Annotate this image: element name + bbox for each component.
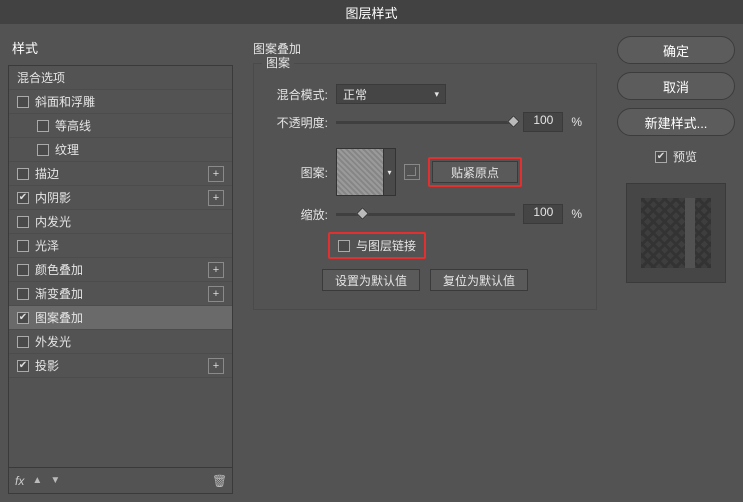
style-checkbox[interactable]	[17, 264, 29, 276]
set-default-button[interactable]: 设置为默认值	[322, 269, 420, 291]
add-effect-button[interactable]: +	[208, 262, 224, 278]
chevron-down-icon: ▾	[434, 89, 439, 100]
style-item-label: 内发光	[35, 213, 71, 230]
style-item-9[interactable]: 图案叠加	[9, 306, 232, 330]
style-item-7[interactable]: 颜色叠加 +	[9, 258, 232, 282]
blending-options-item[interactable]: 混合选项	[9, 66, 232, 90]
new-style-button[interactable]: 新建样式...	[617, 108, 735, 136]
style-checkbox[interactable]	[17, 168, 29, 180]
blend-mode-dropdown[interactable]: 正常 ▾	[336, 84, 446, 104]
slider-thumb-icon[interactable]	[507, 115, 520, 128]
style-checkbox[interactable]	[17, 288, 29, 300]
style-item-label: 投影	[35, 357, 59, 374]
style-item-2[interactable]: 纹理	[9, 138, 232, 162]
style-item-label: 渐变叠加	[35, 285, 83, 302]
style-item-6[interactable]: 光泽	[9, 234, 232, 258]
snap-origin-button[interactable]: 贴紧原点	[432, 161, 518, 183]
style-item-label: 颜色叠加	[35, 261, 83, 278]
style-item-label: 斜面和浮雕	[35, 93, 95, 110]
style-checkbox[interactable]	[17, 312, 29, 324]
style-item-5[interactable]: 内发光	[9, 210, 232, 234]
trash-icon[interactable]: 🗑	[212, 474, 226, 488]
style-checkbox[interactable]	[17, 96, 29, 108]
add-effect-button[interactable]: +	[208, 166, 224, 182]
style-item-3[interactable]: 描边 +	[9, 162, 232, 186]
preview-thumbnail	[641, 198, 711, 268]
pattern-swatch[interactable]	[336, 148, 384, 196]
style-checkbox[interactable]	[17, 216, 29, 228]
styles-panel: 样式 混合选项 斜面和浮雕等高线纹理描边 + 内阴影 + 内发光光泽颜色叠加 + 渐变叠加 +…	[8, 32, 233, 494]
style-item-label: 等高线	[55, 117, 91, 134]
style-checkbox[interactable]	[17, 240, 29, 252]
styles-list: 混合选项 斜面和浮雕等高线纹理描边 + 内阴影 + 内发光光泽颜色叠加 + 渐变叠加 + 图案叠…	[8, 65, 233, 468]
add-effect-button[interactable]: +	[208, 358, 224, 374]
style-item-label: 光泽	[35, 237, 59, 254]
style-item-label: 图案叠加	[35, 309, 83, 326]
style-checkbox[interactable]	[37, 144, 49, 156]
settings-panel: 图案叠加 图案 混合模式: 正常 ▾ 不透明度: 100 % 图案:	[243, 32, 607, 494]
fx-label: fx	[15, 474, 24, 488]
styles-footer: fx ▲ ▼ 🗑	[8, 468, 233, 494]
style-item-label: 内阴影	[35, 189, 71, 206]
preview-checkbox[interactable]	[655, 151, 667, 163]
preview-label: 预览	[673, 148, 697, 165]
style-item-11[interactable]: 投影 +	[9, 354, 232, 378]
style-item-0[interactable]: 斜面和浮雕	[9, 90, 232, 114]
add-effect-button[interactable]: +	[208, 190, 224, 206]
scale-slider[interactable]	[336, 213, 515, 216]
link-layer-checkbox[interactable]	[338, 240, 350, 252]
blend-mode-label: 混合模式:	[268, 86, 328, 103]
style-checkbox[interactable]	[37, 120, 49, 132]
dialog-title: 图层样式	[0, 0, 743, 24]
style-checkbox[interactable]	[17, 336, 29, 348]
highlight-snap-origin: 贴紧原点	[428, 157, 522, 187]
move-down-icon[interactable]: ▼	[48, 474, 62, 488]
move-up-icon[interactable]: ▲	[30, 474, 44, 488]
pattern-swatch-dropdown[interactable]: ▾	[384, 148, 396, 196]
add-effect-button[interactable]: +	[208, 286, 224, 302]
ok-button[interactable]: 确定	[617, 36, 735, 64]
style-item-label: 纹理	[55, 141, 79, 158]
section-title: 图案叠加	[253, 40, 597, 57]
opacity-label: 不透明度:	[268, 114, 328, 131]
style-checkbox[interactable]	[17, 360, 29, 372]
style-item-label: 外发光	[35, 333, 71, 350]
style-item-4[interactable]: 内阴影 +	[9, 186, 232, 210]
slider-thumb-icon[interactable]	[356, 207, 369, 220]
fieldset-legend: 图案	[262, 54, 294, 71]
style-item-10[interactable]: 外发光	[9, 330, 232, 354]
styles-header: 样式	[8, 32, 233, 65]
opacity-input[interactable]: 100	[523, 112, 563, 132]
style-checkbox[interactable]	[17, 192, 29, 204]
action-panel: 确定 取消 新建样式... 预览	[617, 32, 735, 494]
reset-default-button[interactable]: 复位为默认值	[430, 269, 528, 291]
scale-input[interactable]: 100	[523, 204, 563, 224]
pattern-label: 图案:	[268, 164, 328, 181]
highlight-link-layer: 与图层链接	[328, 232, 426, 259]
opacity-slider[interactable]	[336, 121, 515, 124]
cancel-button[interactable]: 取消	[617, 72, 735, 100]
style-item-1[interactable]: 等高线	[9, 114, 232, 138]
style-item-label: 描边	[35, 165, 59, 182]
pattern-fieldset: 图案 混合模式: 正常 ▾ 不透明度: 100 % 图案:	[253, 63, 597, 310]
link-layer-label: 与图层链接	[356, 237, 416, 254]
style-item-8[interactable]: 渐变叠加 +	[9, 282, 232, 306]
preview-box	[626, 183, 726, 283]
scale-label: 缩放:	[268, 206, 328, 223]
new-pattern-icon[interactable]	[404, 164, 420, 180]
